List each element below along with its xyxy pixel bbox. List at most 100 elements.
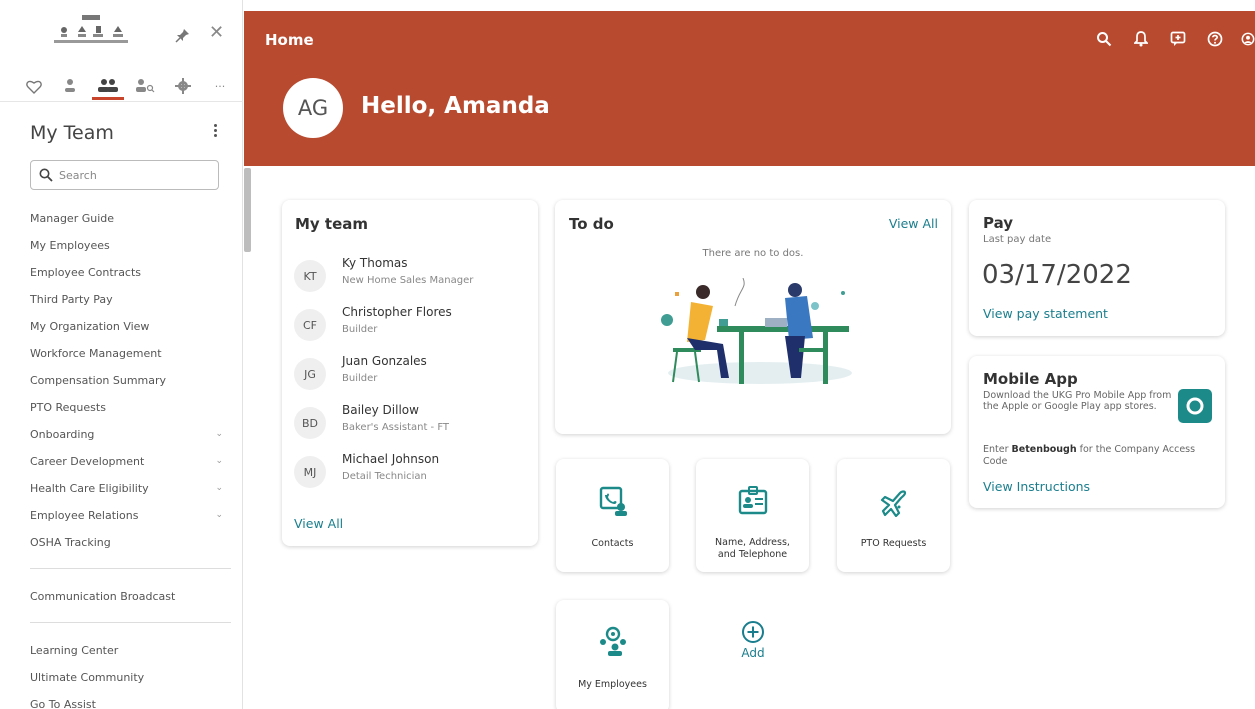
name-address-label-line1: Name, Address, bbox=[715, 537, 790, 548]
person-icon[interactable] bbox=[58, 76, 82, 96]
team-member-row[interactable]: CF Christopher Flores Builder bbox=[294, 305, 524, 345]
team-member-name: Bailey Dillow bbox=[342, 403, 419, 417]
pto-requests-label: PTO Requests bbox=[860, 538, 927, 549]
name-address-label: Name, Address, and Telephone bbox=[696, 537, 809, 561]
kebab-menu-icon[interactable] bbox=[210, 122, 220, 142]
my-team-card: My team KT Ky Thomas New Home Sales Mana… bbox=[282, 200, 538, 546]
pay-subtitle: Last pay date bbox=[983, 234, 1052, 245]
sidebar-item-pto-requests[interactable]: PTO Requests bbox=[30, 397, 225, 417]
sidebar-item-label: OSHA Tracking bbox=[30, 535, 111, 549]
view-pay-statement-link[interactable]: View pay statement bbox=[983, 306, 1108, 321]
team-member-row[interactable]: JG Juan Gonzales Builder bbox=[294, 354, 524, 394]
sidebar-scrollbar[interactable] bbox=[244, 168, 251, 252]
name-address-telephone-tile[interactable]: Name, Address, and Telephone bbox=[696, 459, 809, 572]
my-employees-tile[interactable]: My Employees bbox=[556, 600, 669, 709]
pto-requests-tile[interactable]: PTO Requests bbox=[837, 459, 950, 572]
sidebar-item-label: Onboarding bbox=[30, 427, 95, 441]
sidebar-item-label: Ultimate Community bbox=[30, 670, 145, 684]
pay-card: Pay Last pay date 03/17/2022 View pay st… bbox=[969, 200, 1225, 336]
sidebar-item-ultimate-community[interactable]: Ultimate Community bbox=[30, 667, 225, 687]
close-icon[interactable]: ✕ bbox=[209, 24, 224, 42]
sidebar-item-manager-guide[interactable]: Manager Guide bbox=[30, 208, 225, 228]
person-search-icon[interactable] bbox=[133, 76, 157, 96]
sidebar-item-go-to-assist[interactable]: Go To Assist bbox=[30, 694, 225, 709]
team-member-row[interactable]: MJ Michael Johnson Detail Technician bbox=[294, 452, 524, 492]
team-member-row[interactable]: BD Bailey Dillow Baker's Assistant - FT bbox=[294, 403, 524, 443]
team-member-role: Detail Technician bbox=[342, 471, 427, 482]
sidebar-item-third-party-pay[interactable]: Third Party Pay bbox=[30, 289, 225, 309]
last-pay-date: 03/17/2022 bbox=[982, 260, 1132, 290]
todo-view-all-link[interactable]: View All bbox=[889, 216, 938, 231]
sidebar-item-career-development[interactable]: Career Development ⌄ bbox=[30, 451, 225, 471]
my-team-view-all-link[interactable]: View All bbox=[294, 516, 343, 531]
help-icon[interactable] bbox=[1204, 29, 1226, 49]
search-icon[interactable] bbox=[1093, 29, 1115, 49]
bell-icon[interactable] bbox=[1130, 29, 1152, 49]
todo-card: To do View All There are no to dos. bbox=[555, 200, 951, 434]
team-icon[interactable] bbox=[96, 76, 120, 96]
mobile-app-description: Download the UKG Pro Mobile App from the… bbox=[983, 390, 1172, 412]
header-toolbar bbox=[1078, 29, 1255, 49]
sidebar-item-osha-tracking[interactable]: OSHA Tracking bbox=[30, 532, 225, 552]
my-team-title: My team bbox=[295, 215, 369, 233]
sidebar-item-workforce-management[interactable]: Workforce Management bbox=[30, 343, 225, 363]
sidebar-tabs: ··· bbox=[0, 70, 243, 102]
sidebar-item-employee-contracts[interactable]: Employee Contracts bbox=[30, 262, 225, 282]
contacts-tile[interactable]: Contacts bbox=[556, 459, 669, 572]
chevron-down-icon: ⌄ bbox=[215, 456, 223, 466]
todo-empty-message: There are no to dos. bbox=[702, 248, 804, 259]
sidebar-item-learning-center[interactable]: Learning Center bbox=[30, 640, 225, 660]
sidebar: ✕ ··· My Team Manager Guide My Employees… bbox=[0, 0, 243, 709]
feedback-icon[interactable] bbox=[1167, 29, 1189, 49]
mobile-app-title: Mobile App bbox=[983, 370, 1078, 388]
sidebar-item-label: Go To Assist bbox=[30, 697, 96, 709]
chevron-down-icon: ⌄ bbox=[215, 510, 223, 520]
sidebar-top: ✕ bbox=[0, 0, 242, 62]
search-input[interactable] bbox=[59, 168, 209, 182]
team-member-name: Michael Johnson bbox=[342, 452, 440, 466]
people-network-icon bbox=[600, 626, 626, 656]
sidebar-item-health-care-eligibility[interactable]: Health Care Eligibility ⌄ bbox=[30, 478, 225, 498]
sidebar-item-label: Learning Center bbox=[30, 643, 119, 657]
contacts-icon bbox=[599, 486, 627, 516]
sidebar-item-compensation-summary[interactable]: Compensation Summary bbox=[30, 370, 225, 390]
sidebar-item-label: Health Care Eligibility bbox=[30, 481, 149, 495]
sidebar-item-label: Employee Contracts bbox=[30, 265, 142, 279]
avatar: CF bbox=[294, 309, 326, 341]
sidebar-item-onboarding[interactable]: Onboarding ⌄ bbox=[30, 424, 225, 444]
sidebar-item-label: Compensation Summary bbox=[30, 373, 167, 387]
search-box[interactable] bbox=[30, 160, 219, 190]
team-member-row[interactable]: KT Ky Thomas New Home Sales Manager bbox=[294, 256, 524, 296]
user-avatar[interactable]: AG bbox=[283, 78, 343, 138]
heart-icon[interactable] bbox=[22, 76, 46, 96]
sidebar-item-label: Career Development bbox=[30, 454, 145, 468]
page-title: Home bbox=[265, 31, 314, 49]
team-member-role: Builder bbox=[342, 324, 378, 335]
greeting: Hello, Amanda bbox=[361, 93, 550, 119]
page-header: Home AG Hello, Amanda bbox=[244, 11, 1255, 166]
plus-circle-icon bbox=[742, 621, 764, 643]
view-instructions-link[interactable]: View Instructions bbox=[983, 479, 1090, 494]
more-icon[interactable]: ··· bbox=[208, 76, 232, 96]
gear-icon[interactable] bbox=[171, 76, 195, 96]
add-tile-button[interactable]: Add bbox=[724, 620, 782, 660]
add-label: Add bbox=[741, 646, 765, 660]
pin-icon[interactable] bbox=[175, 27, 191, 43]
airplane-icon bbox=[880, 490, 907, 517]
id-card-icon bbox=[738, 486, 768, 515]
sidebar-item-employee-relations[interactable]: Employee Relations ⌄ bbox=[30, 505, 225, 525]
chevron-down-icon: ⌄ bbox=[215, 429, 223, 439]
sidebar-item-communication-broadcast[interactable]: Communication Broadcast bbox=[30, 586, 225, 606]
avatar: MJ bbox=[294, 456, 326, 488]
sidebar-item-label: PTO Requests bbox=[30, 400, 106, 414]
company-access-code: Betenbough bbox=[1011, 444, 1077, 455]
sidebar-item-my-organization-view[interactable]: My Organization View bbox=[30, 316, 225, 336]
app-logo-icon bbox=[1178, 389, 1212, 423]
avatar: JG bbox=[294, 358, 326, 390]
team-member-name: Christopher Flores bbox=[342, 305, 452, 319]
mobile-app-card: Mobile App Download the UKG Pro Mobile A… bbox=[969, 356, 1225, 508]
name-address-label-line2: and Telephone bbox=[717, 549, 788, 560]
sidebar-item-my-employees[interactable]: My Employees bbox=[30, 235, 225, 255]
account-icon[interactable] bbox=[1241, 29, 1255, 49]
sidebar-item-label: Communication Broadcast bbox=[30, 589, 176, 603]
